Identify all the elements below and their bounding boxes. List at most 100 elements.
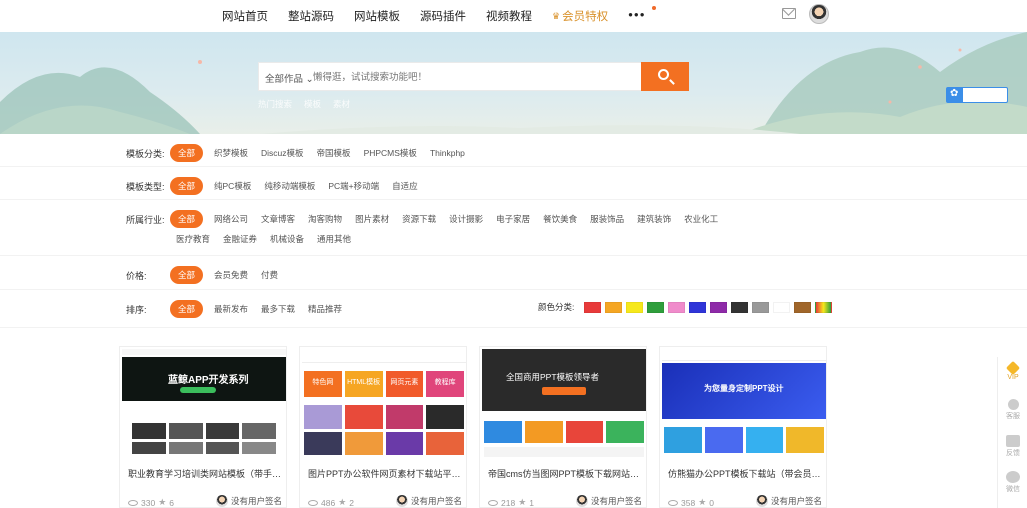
filter-option[interactable]: 会员免费 — [214, 269, 248, 281]
filter-option[interactable]: 付费 — [261, 269, 278, 281]
color-swatch-blue[interactable] — [689, 301, 707, 313]
template-card[interactable]: 特色网 HTML模板 网页元素 教程库 图片PPT办公软件网页素材下载站平台..… — [299, 346, 467, 508]
color-swatch-gray[interactable] — [752, 301, 770, 313]
filter-option[interactable]: 医疗教育 — [176, 233, 210, 245]
filter-option[interactable]: 文章博客 — [261, 213, 295, 225]
filter-industry-row2: 医疗教育 金融证券 机械设备 通用其他 — [176, 233, 364, 245]
notification-dot — [651, 6, 656, 10]
nav-item-full-source[interactable]: 整站源码 — [288, 8, 334, 24]
sort-option[interactable]: 最新发布 — [214, 303, 248, 315]
user-avatar[interactable] — [809, 4, 829, 24]
search-category-select[interactable]: 全部作品 ⌄ — [265, 71, 314, 85]
color-swatch-rainbow[interactable] — [815, 301, 833, 313]
nav-item-home[interactable]: 网站首页 — [222, 8, 268, 24]
filter-option[interactable]: 图片素材 — [355, 213, 389, 225]
card-author[interactable]: 没有用户签名 — [756, 495, 822, 507]
sidebar-item-wechat[interactable]: 微信 — [998, 471, 1027, 494]
search-button[interactable] — [641, 62, 689, 91]
support-icon — [1007, 399, 1019, 410]
filter-option[interactable]: 淘客购物 — [308, 213, 342, 225]
sort-option[interactable]: 精品推荐 — [308, 303, 342, 315]
card-stats: 218 ★ 1 — [488, 497, 534, 508]
filter-option[interactable]: Thinkphp — [430, 148, 465, 158]
template-card[interactable]: 为您量身定制PPT设计 仿熊猫办公PPT模板下载站（带会员、... 358 ★ … — [659, 346, 827, 508]
filter-option[interactable]: 纯PC模板 — [214, 180, 251, 192]
eye-icon — [308, 499, 318, 506]
filter-option[interactable]: 电子家居 — [496, 213, 530, 225]
card-author[interactable]: 没有用户签名 — [576, 495, 642, 507]
filter-option[interactable]: 农业化工 — [684, 213, 718, 225]
card-title[interactable]: 图片PPT办公软件网页素材下载站平台... — [308, 467, 462, 480]
sidebar-item-vip[interactable]: VIP — [998, 360, 1027, 381]
mail-icon[interactable] — [782, 8, 796, 19]
flower-icon — [947, 88, 963, 102]
nav-menu: 网站首页 整站源码 网站模板 源码插件 视频教程 ♛ 会员特权 ●●● — [222, 6, 666, 24]
filter-option-all[interactable]: 全部 — [170, 177, 204, 195]
filter-option[interactable]: 帝国模板 — [317, 147, 351, 159]
template-thumbnail[interactable]: 蓝鲸APP开发系列 — [122, 349, 286, 458]
star-icon: ★ — [158, 497, 167, 507]
filter-option[interactable]: 自适应 — [392, 180, 418, 192]
crown-icon: ♛ — [552, 10, 561, 21]
color-swatch-pink[interactable] — [668, 301, 686, 313]
template-thumbnail[interactable]: 特色网 HTML模板 网页元素 教程库 — [302, 349, 466, 458]
card-author[interactable]: 没有用户签名 — [396, 495, 462, 507]
filter-option[interactable]: PHPCMS模板 — [364, 147, 417, 159]
thumb-tab: 网页元素 — [385, 371, 424, 397]
sidebar-item-feedback[interactable]: 反馈 — [998, 435, 1027, 458]
template-card[interactable]: 蓝鲸APP开发系列 职业教育学习培训类网站模板（带手机... 330 ★ 6 没… — [119, 346, 287, 508]
color-swatch-red[interactable] — [584, 301, 602, 313]
color-swatch-black[interactable] — [731, 301, 749, 313]
filter-option[interactable]: PC端+移动端 — [328, 180, 379, 192]
filter-option[interactable]: 服装饰品 — [590, 213, 624, 225]
star-count: 1 — [529, 497, 534, 508]
color-swatch-green[interactable] — [647, 301, 665, 313]
filter-option[interactable]: 通用其他 — [317, 233, 351, 245]
star-count: 6 — [169, 497, 174, 508]
color-swatch-yellow[interactable] — [626, 301, 644, 313]
template-thumbnail[interactable]: 为您量身定制PPT设计 — [662, 349, 826, 458]
filter-option-all[interactable]: 全部 — [170, 144, 204, 162]
sort-option[interactable]: 最多下载 — [261, 303, 295, 315]
filter-option[interactable]: 网络公司 — [214, 213, 248, 225]
filter-option[interactable]: 金融证券 — [223, 233, 257, 245]
filter-option[interactable]: 资源下载 — [402, 213, 436, 225]
card-title[interactable]: 仿熊猫办公PPT模板下载站（带会员、... — [668, 467, 822, 480]
filter-option-all[interactable]: 全部 — [170, 210, 204, 228]
filter-option[interactable]: 织梦模板 — [214, 147, 248, 159]
filter-option[interactable]: 设计摄影 — [449, 213, 483, 225]
search-input[interactable] — [313, 69, 633, 85]
card-author[interactable]: 没有用户签名 — [216, 495, 282, 507]
template-card[interactable]: 全国商用PPT模板领导者 帝国cms仿当图网PPT模板下载网站源... 218 … — [479, 346, 647, 508]
color-swatch-brown[interactable] — [794, 301, 812, 313]
color-swatch-white[interactable] — [773, 301, 791, 313]
diamond-icon — [1005, 360, 1021, 376]
filter-option[interactable]: 餐饮美食 — [543, 213, 577, 225]
nav-item-video-tutorials[interactable]: 视频教程 — [486, 8, 532, 24]
floating-share-pill[interactable] — [946, 87, 1008, 103]
nav-more-button[interactable]: ●●● — [628, 6, 656, 24]
thumb-banner-text: 蓝鲸APP开发系列 — [168, 375, 249, 386]
hot-word[interactable]: 模板 — [304, 98, 321, 110]
color-filter: 颜色分类: — [538, 301, 836, 313]
filter-option[interactable]: 建筑装饰 — [637, 213, 671, 225]
filter-option[interactable]: 机械设备 — [270, 233, 304, 245]
filter-option[interactable]: 纯移动端模板 — [264, 180, 315, 192]
nav-item-vip[interactable]: ♛ 会员特权 — [552, 8, 608, 24]
card-title[interactable]: 职业教育学习培训类网站模板（带手机... — [128, 467, 282, 480]
nav-item-templates[interactable]: 网站模板 — [354, 8, 400, 24]
hot-word[interactable]: 素材 — [333, 98, 350, 110]
card-stats: 486 ★ 2 — [308, 497, 354, 508]
template-thumbnail[interactable]: 全国商用PPT模板领导者 — [482, 349, 646, 458]
sort-option-all[interactable]: 全部 — [170, 300, 204, 318]
sidebar-item-support[interactable]: 客服 — [998, 399, 1027, 421]
color-swatch-purple[interactable] — [710, 301, 728, 313]
filter-option[interactable]: Discuz模板 — [261, 147, 304, 159]
filter-option-all[interactable]: 全部 — [170, 266, 204, 284]
thumb-tab: 特色网 — [304, 371, 342, 397]
hot-word[interactable]: 热门搜索 — [258, 98, 292, 110]
card-title[interactable]: 帝国cms仿当图网PPT模板下载网站源... — [488, 467, 642, 480]
nav-item-plugins[interactable]: 源码插件 — [420, 8, 466, 24]
star-count: 2 — [349, 497, 354, 508]
color-swatch-orange[interactable] — [605, 301, 623, 313]
